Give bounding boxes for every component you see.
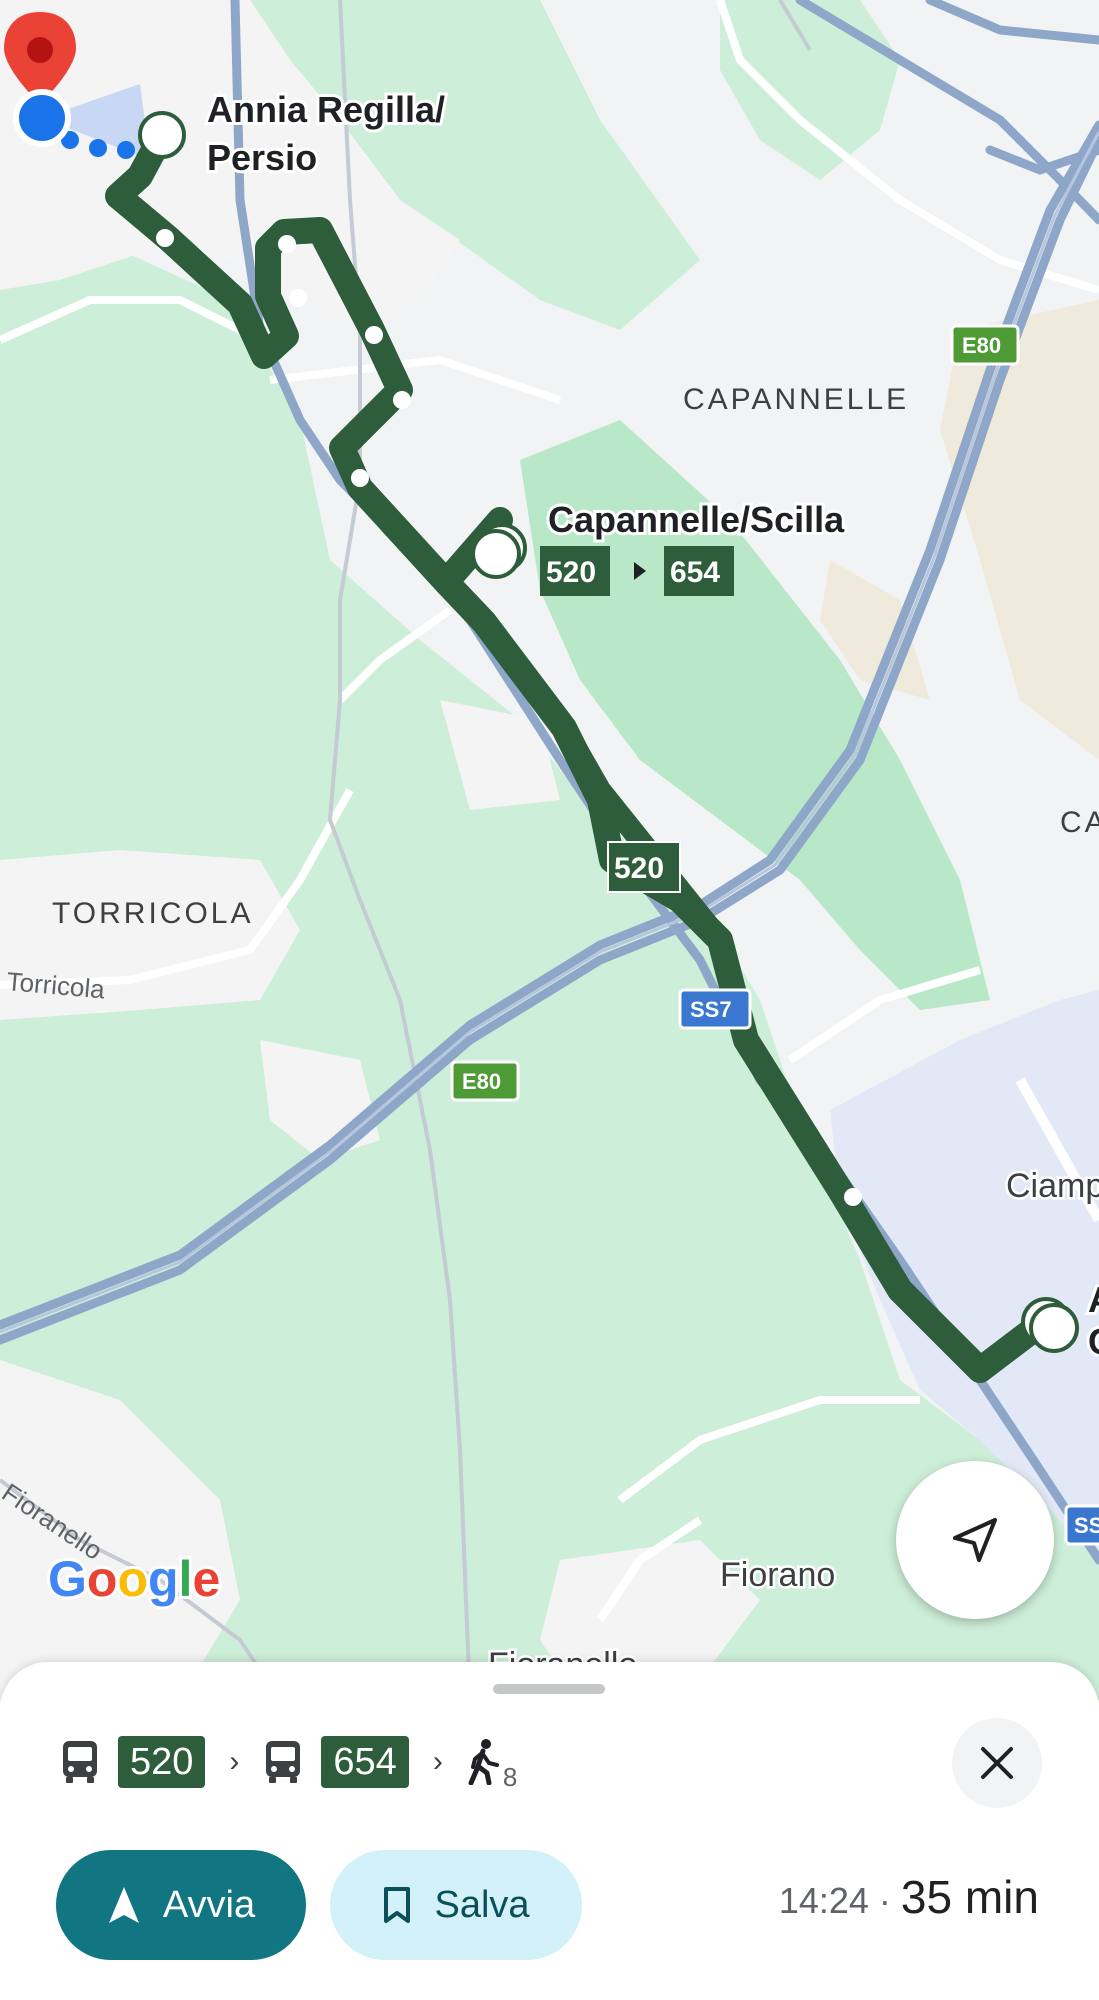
trip-duration: 35 min — [900, 1871, 1039, 1923]
route-line-badge-text: 520 — [614, 852, 664, 885]
destination-stop-label-line2: C — [1088, 1321, 1099, 1362]
origin-stop-label-line1: Annia Regilla/ — [207, 89, 445, 130]
chevron-right-icon: › — [229, 1745, 240, 1778]
svg-text:E80: E80 — [462, 1069, 501, 1094]
road-shield-e80-top: E80 — [950, 324, 1020, 366]
eta-separator: · — [878, 1880, 891, 1921]
bookmark-icon — [384, 1887, 411, 1923]
chevron-right-icon: › — [432, 1745, 443, 1778]
destination-stop-marker-2[interactable] — [1029, 1303, 1079, 1353]
place-label-ciampino-partial: Ciamp — [1006, 1167, 1099, 1205]
road-shield-ss-partial: SS — [1064, 1504, 1099, 1546]
save-button-label: Salva — [434, 1883, 530, 1926]
bus-icon — [266, 1741, 301, 1783]
bus-icon — [63, 1741, 97, 1783]
leg-line-badge: 520 — [118, 1736, 206, 1788]
leg-line-badge: 654 — [321, 1736, 409, 1788]
save-route-button[interactable]: Salva — [330, 1850, 582, 1960]
navigation-arrow-icon — [953, 1518, 997, 1562]
road-shield-ss7: SS7 — [678, 988, 752, 1030]
my-location-dot — [13, 89, 71, 147]
svg-text:SS: SS — [1074, 1513, 1099, 1538]
transfer-stop-marker-2[interactable] — [471, 529, 521, 579]
arrival-time: 14:24 — [778, 1880, 869, 1921]
origin-stop-label-line2: Persio — [207, 137, 317, 178]
origin-stop-marker[interactable] — [138, 111, 186, 159]
sheet-drag-handle[interactable] — [493, 1684, 605, 1694]
google-attribution: Google — [48, 1551, 220, 1607]
start-navigation-button[interactable]: Avvia — [56, 1850, 306, 1960]
walk-minutes: 8 — [502, 1762, 518, 1792]
transfer-stop-label: Capannelle/Scilla — [548, 499, 845, 540]
walk-icon — [468, 1739, 499, 1785]
place-label-torricola: TORRICOLA — [52, 897, 253, 930]
place-label-fiorano: Fiorano — [720, 1556, 835, 1594]
map-view[interactable]: Annia Regilla/ Persio Capannelle/Scilla … — [0, 0, 1099, 1700]
svg-text:E80: E80 — [962, 333, 1001, 358]
transfer-to-line-badge: 654 — [670, 556, 720, 589]
road-shield-e80-mid: E80 — [450, 1060, 520, 1102]
navigation-arrow-icon — [108, 1887, 139, 1923]
destination-stop-label-line1: A — [1088, 1279, 1099, 1320]
start-button-label: Avvia — [162, 1883, 256, 1926]
place-label-ca-partial: CA — [1060, 806, 1099, 839]
arrival-summary: 14:24 · 35 min — [779, 1870, 1039, 1924]
route-legs-summary[interactable]: 520 › 654 › 8 — [60, 1722, 517, 1802]
recenter-button[interactable] — [896, 1461, 1054, 1619]
place-label-capannelle: CAPANNELLE — [683, 383, 909, 416]
svg-text:SS7: SS7 — [690, 997, 732, 1022]
close-icon — [981, 1747, 1013, 1779]
route-line-badge: 520 — [607, 841, 681, 893]
transfer-from-line-badge: 520 — [546, 556, 596, 589]
close-button[interactable] — [952, 1718, 1042, 1808]
walk-leg: 8 — [467, 1739, 517, 1792]
maps-app: Annia Regilla/ Persio Capannelle/Scilla … — [0, 0, 1099, 2000]
route-summary-sheet: 520 › 654 › 8 Avvia Salva 14:24 · 35 min — [0, 1662, 1099, 2000]
